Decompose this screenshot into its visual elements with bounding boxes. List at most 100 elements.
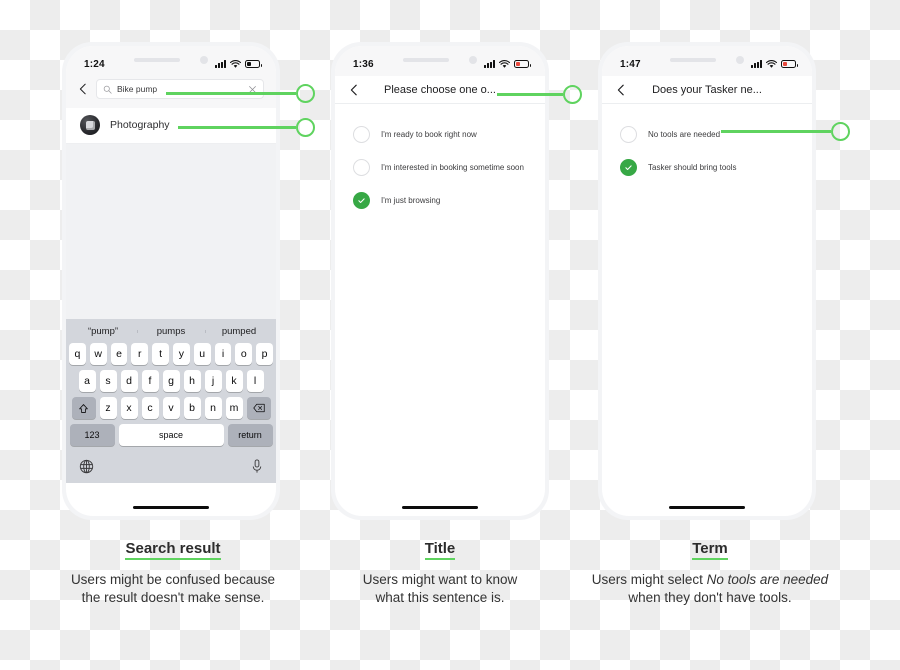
key-q[interactable]: q — [69, 343, 86, 365]
radio-unchecked-icon[interactable] — [620, 126, 637, 143]
search-icon — [103, 85, 112, 94]
key-f[interactable]: f — [141, 370, 159, 392]
prediction-item[interactable]: “pump” — [69, 326, 137, 337]
key-k[interactable]: k — [225, 370, 243, 392]
option-label: I'm interested in booking sometime soon — [381, 163, 524, 172]
caption-title: Title Users might want to know what this… — [330, 540, 550, 607]
option-list[interactable]: I'm ready to book right now I'm intereste… — [335, 104, 545, 217]
backspace-icon[interactable] — [246, 397, 271, 419]
key-y[interactable]: y — [173, 343, 190, 365]
status-time: 1:47 — [620, 58, 641, 70]
key-d[interactable]: d — [120, 370, 138, 392]
key-o[interactable]: o — [235, 343, 253, 365]
key-n[interactable]: n — [204, 397, 222, 419]
keyboard-row-4[interactable]: 123 space return — [69, 424, 273, 446]
numbers-key[interactable]: 123 — [69, 424, 115, 446]
search-bar-row: Bike pump — [66, 76, 276, 108]
front-camera — [469, 56, 477, 64]
key-p[interactable]: p — [256, 343, 273, 365]
battery-icon — [781, 60, 798, 68]
caption-line-1: Users might be confused because — [70, 572, 276, 587]
option-row[interactable]: I'm just browsing — [335, 184, 545, 217]
chevron-left-icon[interactable] — [76, 82, 90, 96]
caption-search-result: Search result Users might be confused be… — [38, 540, 308, 607]
key-i[interactable]: i — [214, 343, 232, 365]
key-g[interactable]: g — [162, 370, 180, 392]
key-x[interactable]: x — [120, 397, 138, 419]
phone-mockup-tasker-tools: 1:47 Does your Tasker ne... No tools are… — [598, 42, 816, 520]
option-list[interactable]: No tools are needed Tasker should bring t… — [602, 104, 812, 184]
key-w[interactable]: w — [89, 343, 107, 365]
empty-content-area — [66, 144, 276, 319]
status-icons — [751, 59, 798, 69]
option-row[interactable]: I'm ready to book right now — [335, 118, 545, 151]
wifi-icon — [230, 59, 241, 68]
status-icons — [215, 59, 262, 69]
keyboard-row-1[interactable]: qwertyuiop — [69, 343, 273, 365]
microphone-icon[interactable] — [251, 458, 263, 474]
radio-checked-icon[interactable] — [620, 159, 637, 176]
camera-avatar-icon — [80, 115, 100, 135]
page-title: Does your Tasker ne... — [652, 83, 762, 96]
caption-heading: Term — [692, 540, 728, 560]
option-label: No tools are needed — [648, 130, 721, 139]
option-label: I'm just browsing — [381, 196, 441, 205]
annotation-marker-search-value — [296, 84, 315, 103]
close-icon[interactable] — [248, 85, 257, 94]
shift-icon[interactable] — [71, 397, 96, 419]
wifi-icon — [499, 59, 510, 68]
cellular-signal-icon — [215, 60, 226, 68]
key-b[interactable]: b — [183, 397, 201, 419]
page-title: Please choose one o... — [384, 83, 496, 96]
return-key[interactable]: return — [227, 424, 273, 446]
keyboard-bottom-row[interactable] — [69, 451, 273, 481]
radio-checked-icon[interactable] — [353, 192, 370, 209]
key-c[interactable]: c — [141, 397, 159, 419]
cellular-signal-icon — [751, 60, 762, 68]
key-s[interactable]: s — [99, 370, 117, 392]
key-a[interactable]: a — [78, 370, 96, 392]
prediction-item[interactable]: pumped — [205, 326, 273, 337]
search-result-row[interactable]: Photography — [66, 108, 276, 144]
prediction-item[interactable]: pumps — [137, 326, 205, 337]
option-row[interactable]: No tools are needed — [602, 118, 812, 151]
caption-emphasis: No tools are needed — [706, 572, 829, 587]
chevron-left-icon[interactable] — [347, 83, 361, 97]
search-result-label: Photography — [110, 119, 170, 131]
onscreen-keyboard[interactable]: “pump” pumps pumped qwertyuiop asdfghjkl… — [66, 319, 276, 509]
annotation-marker-search-result — [296, 118, 315, 137]
key-h[interactable]: h — [183, 370, 201, 392]
chevron-left-icon[interactable] — [614, 83, 628, 97]
key-v[interactable]: v — [162, 397, 180, 419]
key-e[interactable]: e — [110, 343, 128, 365]
radio-unchecked-icon[interactable] — [353, 126, 370, 143]
key-l[interactable]: l — [246, 370, 264, 392]
status-time: 1:24 — [84, 58, 105, 70]
option-row[interactable]: I'm interested in booking sometime soon — [335, 151, 545, 184]
globe-icon[interactable] — [79, 459, 94, 474]
keyboard-row-3[interactable]: zxcvbnm — [69, 397, 273, 419]
space-key[interactable]: space — [118, 424, 224, 446]
front-camera — [736, 56, 744, 64]
search-input-value: Bike pump — [117, 84, 158, 94]
key-u[interactable]: u — [193, 343, 211, 365]
wifi-icon — [766, 59, 777, 68]
caption-line-2: the result doesn't make sense. — [81, 590, 265, 606]
search-input[interactable]: Bike pump — [96, 79, 264, 99]
key-z[interactable]: z — [99, 397, 117, 419]
key-m[interactable]: m — [225, 397, 243, 419]
phone-notch — [403, 56, 477, 64]
caption-line-2: what this sentence is. — [375, 590, 505, 606]
key-r[interactable]: r — [131, 343, 149, 365]
option-label: I'm ready to book right now — [381, 130, 477, 139]
keyboard-row-2[interactable]: asdfghjkl — [69, 370, 273, 392]
radio-unchecked-icon[interactable] — [353, 159, 370, 176]
option-row[interactable]: Tasker should bring tools — [602, 151, 812, 184]
key-t[interactable]: t — [152, 343, 169, 365]
key-j[interactable]: j — [204, 370, 222, 392]
caption-heading: Title — [424, 540, 456, 560]
navigation-bar: Please choose one o... — [335, 76, 545, 104]
prediction-bar[interactable]: “pump” pumps pumped — [69, 319, 273, 343]
annotation-marker-title — [563, 85, 582, 104]
annotation-marker-term — [831, 122, 850, 141]
